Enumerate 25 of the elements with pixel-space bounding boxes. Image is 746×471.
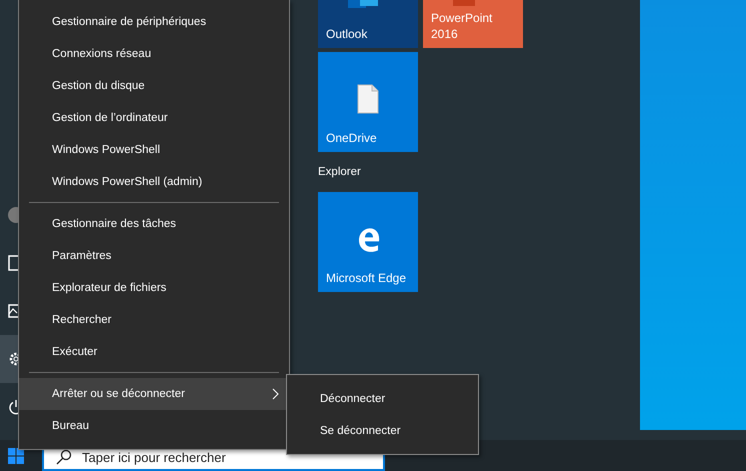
menu-item[interactable]: Exécuter <box>19 336 289 368</box>
app-tile[interactable]: OneDrive <box>318 52 418 152</box>
menu-item[interactable]: Gestionnaire de périphériques <box>19 6 289 38</box>
document-icon <box>357 84 379 114</box>
menu-item[interactable]: Explorateur de fichiers <box>19 272 289 304</box>
menu-item[interactable]: Déconnecter <box>287 383 478 415</box>
menu-item[interactable]: Windows PowerShell <box>19 134 289 166</box>
tile-label: Microsoft Edge <box>326 270 408 286</box>
menu-item[interactable]: Rechercher <box>19 304 289 336</box>
menu-item[interactable]: Arrêter ou se déconnecter <box>19 378 289 410</box>
app-tile[interactable]: Outlook <box>318 0 418 48</box>
app-tile[interactable]: PowerPoint 2016 <box>423 0 523 48</box>
menu-item[interactable]: Gestionnaire des tâches <box>19 208 289 240</box>
menu-item[interactable]: Gestion de l’ordinateur <box>19 102 289 134</box>
menu-item[interactable]: Paramètres <box>19 240 289 272</box>
menu-item[interactable]: Gestion du disque <box>19 70 289 102</box>
menu-item[interactable]: Bureau <box>19 410 289 442</box>
menu-item[interactable]: Connexions réseau <box>19 38 289 70</box>
tile-label: Outlook <box>326 26 368 42</box>
windows-logo-icon[interactable] <box>8 448 24 464</box>
tile-label: OneDrive <box>326 130 378 146</box>
app-tile[interactable]: Microsoft Edge <box>318 192 418 292</box>
menu-item[interactable]: Windows PowerShell (admin) <box>19 166 289 198</box>
tile-label: PowerPoint 2016 <box>431 10 494 42</box>
group-title: Explorer <box>318 165 362 180</box>
